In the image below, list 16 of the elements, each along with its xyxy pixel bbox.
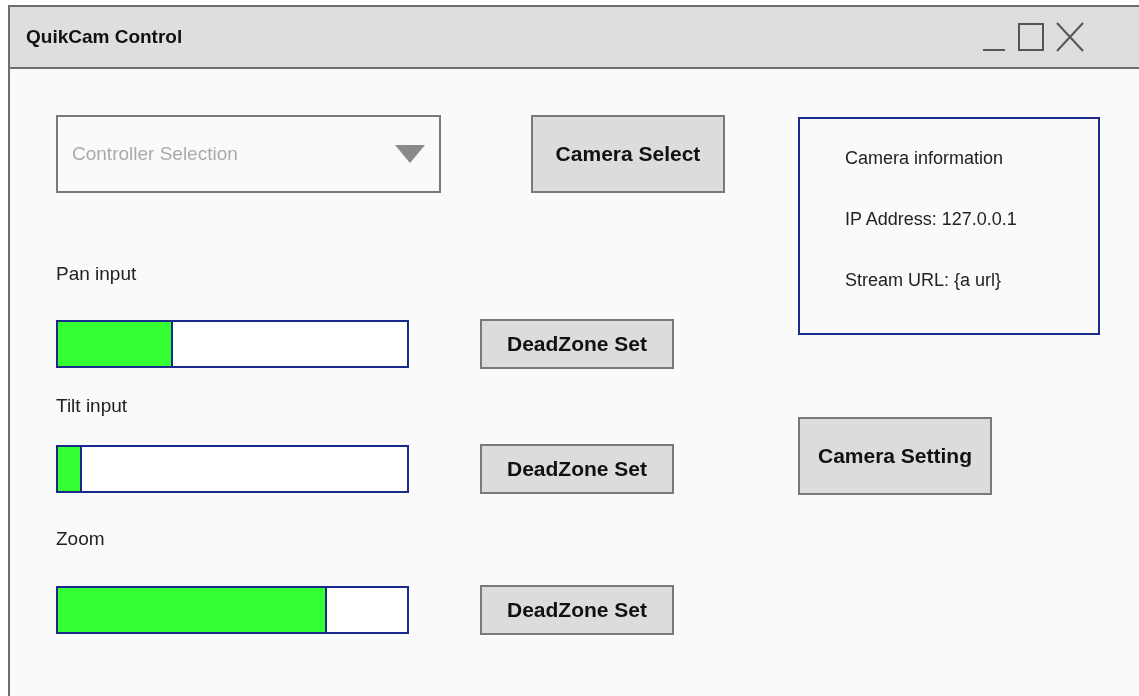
camera-select-button[interactable]: Camera Select	[531, 115, 725, 193]
camera-setting-button[interactable]: Camera Setting	[798, 417, 992, 495]
input-label: Pan input	[56, 261, 138, 286]
deadzone-set-button[interactable]: DeadZone Set	[480, 319, 674, 369]
close-icon[interactable]	[1055, 21, 1085, 53]
info-line: Stream URL: {a url}	[845, 269, 1003, 292]
controller-dropdown[interactable]: Controller Selection	[56, 115, 441, 193]
info-line: IP Address: 127.0.0.1	[845, 208, 1018, 231]
info-title: Camera information	[845, 147, 1005, 170]
dropdown-arrow-icon	[395, 145, 425, 163]
maximize-icon[interactable]	[1017, 21, 1045, 53]
deadzone-set-button[interactable]: DeadZone Set	[480, 585, 674, 635]
input-label: Zoom	[56, 527, 106, 552]
input-label: Tilt input	[56, 394, 129, 419]
deadzone-set-button[interactable]: DeadZone Set	[480, 444, 674, 494]
window-title: QuikCam Control	[26, 24, 183, 49]
